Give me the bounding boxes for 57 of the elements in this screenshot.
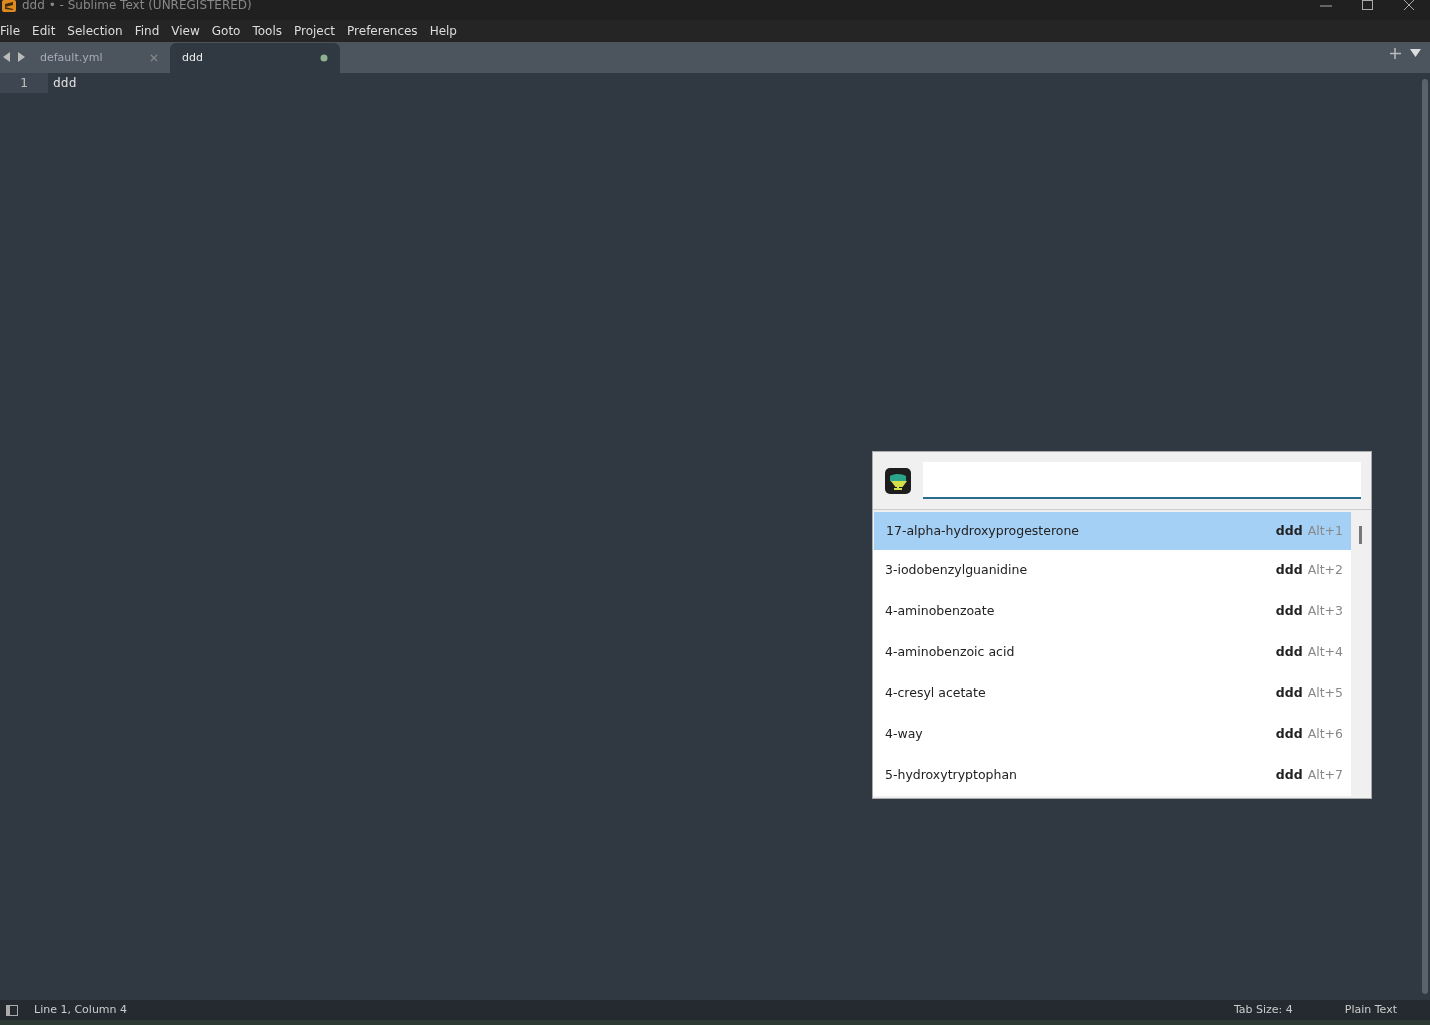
modified-dot-icon[interactable] (320, 54, 328, 62)
completion-item[interactable]: 4-way ddd Alt+6 (873, 714, 1351, 755)
menu-item[interactable]: Edit (32, 22, 61, 40)
completion-label: 17-alpha-hydroxyprogesterone (886, 521, 1080, 540)
cursor-position[interactable]: Line 1, Column 4 (34, 1001, 128, 1019)
tab-nav-arrows-icon[interactable] (3, 52, 25, 62)
menu-item[interactable]: Find (134, 22, 165, 40)
completion-source: ddd (1275, 561, 1303, 580)
menu-item[interactable]: Goto (211, 22, 246, 40)
syntax-mode[interactable]: Plain Text (1344, 1001, 1397, 1019)
completion-item[interactable]: 3-iodobenzylguanidine ddd Alt+2 (873, 550, 1351, 591)
completion-label: 5-hydroxytryptophan (885, 766, 1017, 785)
completion-label: 4-aminobenzoate (885, 602, 995, 621)
completion-item[interactable]: 4-cresyl acetate ddd Alt+5 (873, 673, 1351, 714)
completion-source: ddd (1275, 725, 1303, 744)
shortcut-hint: Alt+7 (1307, 766, 1343, 785)
scrollbar[interactable] (1422, 79, 1428, 994)
completion-item[interactable]: 4-aminobenzoic acid ddd Alt+4 (873, 632, 1351, 673)
tab-size[interactable]: Tab Size: 4 (1233, 1001, 1293, 1019)
file-tab[interactable]: ddd (170, 43, 340, 73)
menu-item[interactable]: Selection (67, 22, 128, 40)
app-icon (885, 467, 911, 494)
close-icon[interactable] (1403, 0, 1415, 10)
shortcut-hint: Alt+3 (1307, 602, 1343, 621)
completion-item[interactable]: 5-hydroxytryptophan ddd Alt+7 (873, 755, 1351, 796)
completion-source: ddd (1275, 766, 1303, 785)
completion-source: ddd (1275, 643, 1303, 662)
shortcut-hint: Alt+6 (1307, 725, 1343, 744)
maximize-icon[interactable] (1362, 0, 1373, 10)
completion-source: ddd (1275, 521, 1303, 540)
completion-label: 3-iodobenzylguanidine (885, 561, 1028, 580)
sidebar-toggle-icon[interactable] (6, 1004, 18, 1016)
search-field[interactable] (923, 462, 1361, 499)
menu-item[interactable]: File (0, 22, 26, 40)
menu-item[interactable]: Help (429, 22, 462, 40)
shortcut-hint: Alt+2 (1307, 561, 1343, 580)
dropdown-icon[interactable] (1410, 49, 1421, 57)
completion-item[interactable]: 17-alpha-hydroxyprogesterone ddd Alt+1 (874, 512, 1351, 550)
completion-label: 4-way (885, 725, 923, 744)
completion-label: 4-aminobenzoic acid (885, 643, 1015, 662)
menu-item[interactable]: Tools (252, 22, 287, 40)
line-number: 1 (0, 73, 48, 93)
menu-item[interactable]: Project (294, 22, 341, 40)
completion-source: ddd (1275, 602, 1303, 621)
new-tab-icon[interactable] (1390, 48, 1402, 60)
shortcut-hint: Alt+4 (1307, 643, 1343, 662)
scrollbar[interactable] (1359, 526, 1362, 544)
completion-source: ddd (1275, 684, 1303, 703)
shortcut-hint: Alt+5 (1307, 684, 1343, 703)
shortcut-hint: Alt+1 (1307, 521, 1343, 540)
app-logo-icon (2, 0, 16, 12)
code-line: ddd (52, 74, 77, 92)
menu-item[interactable]: Preferences (347, 22, 423, 40)
completion-label: 4-cresyl acetate (885, 684, 986, 703)
completion-item[interactable]: 4-aminobenzoate ddd Alt+3 (873, 591, 1351, 632)
menu-item[interactable]: View (171, 22, 205, 40)
window-title: ddd • - Sublime Text (UNREGISTERED) (22, 0, 252, 11)
